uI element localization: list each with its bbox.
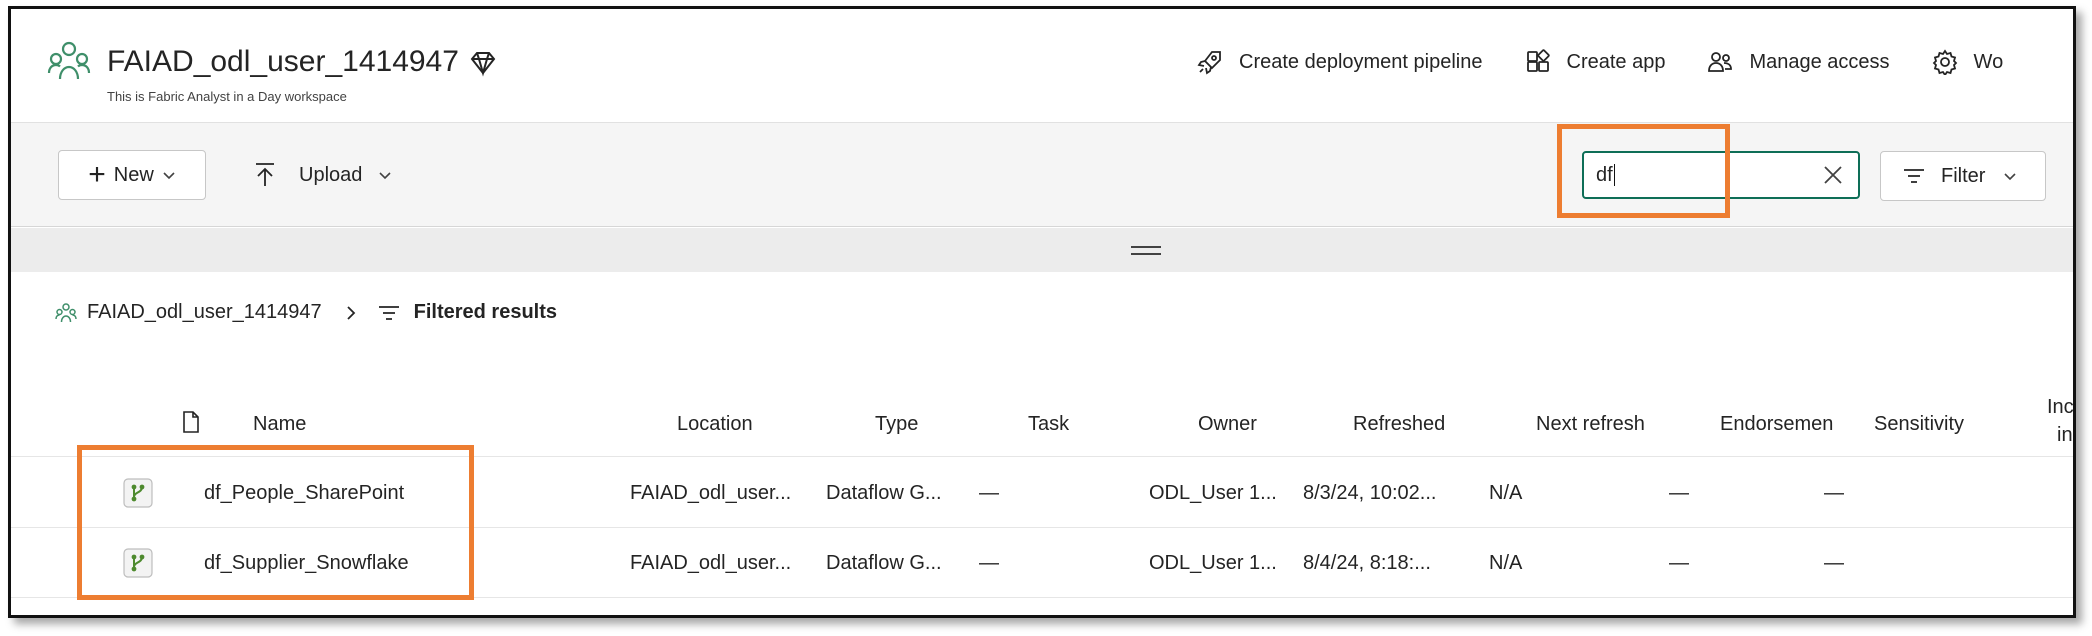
chevron-down-icon <box>2004 173 2017 181</box>
chevron-down-icon <box>163 172 175 180</box>
upload-button[interactable]: Upload <box>253 150 392 200</box>
breadcrumb: FAIAD_odl_user_1414947 Filtered results <box>55 301 557 324</box>
people-icon <box>1708 52 1733 72</box>
new-button[interactable]: + New <box>58 150 206 200</box>
manage-access-label: Manage access <box>1749 50 1890 73</box>
new-label: New <box>113 163 154 186</box>
breadcrumb-current: Filtered results <box>413 301 558 323</box>
create-deployment-pipeline-button[interactable]: Create deployment pipeline <box>1197 49 1483 75</box>
row-sensitivity: — <box>1824 552 1844 574</box>
row-type: Dataflow G... <box>826 482 942 504</box>
filter-button[interactable]: Filter <box>1880 151 2046 201</box>
plus-icon: + <box>88 158 106 191</box>
row-location: FAIAD_odl_user... <box>630 482 792 504</box>
column-header-owner[interactable]: Owner <box>1198 413 1257 436</box>
row-refreshed: 8/4/24, 8:18:... <box>1303 552 1431 574</box>
column-header-task[interactable]: Task <box>1028 413 1069 436</box>
toolbar: + New Upload df Filter <box>11 123 2073 227</box>
filter-icon <box>378 305 399 320</box>
manage-access-button[interactable]: Manage access <box>1707 49 1890 75</box>
file-type-icon <box>183 411 199 433</box>
row-location: FAIAD_odl_user... <box>630 552 792 574</box>
breadcrumb-workspace-link[interactable]: FAIAD_odl_user_1414947 <box>87 301 322 324</box>
upload-icon <box>256 163 274 186</box>
create-app-label: Create app <box>1566 50 1666 73</box>
rocket-icon <box>1197 51 1221 75</box>
row-type: Dataflow G... <box>826 552 942 574</box>
row-endorsement: — <box>1669 482 1689 504</box>
close-icon[interactable] <box>1822 164 1844 186</box>
column-header-sensitivity[interactable]: Sensitivity <box>1874 413 1964 436</box>
workspace-people-icon <box>47 41 91 80</box>
row-task: — <box>979 482 999 504</box>
workspace-people-icon <box>55 302 77 322</box>
workspace-settings-label: Wo <box>1973 50 2004 73</box>
workspace-settings-button[interactable]: Wo <box>1932 49 2004 75</box>
chevron-down-icon <box>379 172 391 180</box>
chevron-right-icon <box>346 305 355 320</box>
row-sensitivity: — <box>1824 482 1844 504</box>
filter-label: Filter <box>1941 164 1986 187</box>
row-next-refresh: N/A <box>1489 482 1523 504</box>
gear-icon <box>1932 49 1957 75</box>
create-deployment-pipeline-label: Create deployment pipeline <box>1239 50 1483 73</box>
drag-handle-icon[interactable] <box>1131 246 1161 255</box>
column-header-refreshed[interactable]: Refreshed <box>1353 413 1445 436</box>
workspace-title: FAIAD_odl_user_1414947 <box>107 45 459 78</box>
row-owner: ODL_User 1... <box>1149 552 1277 574</box>
column-header-included-line1: Inc <box>2047 396 2074 418</box>
column-header-name[interactable]: Name <box>253 413 306 436</box>
header-actions: Create deployment pipeline Create app Ma… <box>1197 49 2045 75</box>
create-app-button[interactable]: Create app <box>1525 49 1666 75</box>
column-header-included-line2: in <box>2057 424 2073 446</box>
results-highlight-box <box>77 445 474 600</box>
column-header-location[interactable]: Location <box>677 413 753 436</box>
premium-diamond-icon <box>470 52 496 77</box>
upload-label: Upload <box>299 163 363 186</box>
column-header-type[interactable]: Type <box>875 413 918 436</box>
pane-splitter[interactable] <box>11 228 2073 272</box>
workspace-header: FAIAD_odl_user_1414947 This is Fabric An… <box>11 9 2073 123</box>
filter-icon <box>1904 169 1924 183</box>
row-next-refresh: N/A <box>1489 552 1523 574</box>
row-owner: ODL_User 1... <box>1149 482 1277 504</box>
app-icon <box>1526 49 1550 72</box>
column-header-next-refresh[interactable]: Next refresh <box>1536 413 1645 436</box>
column-header-endorsement[interactable]: Endorsemen <box>1720 413 1833 436</box>
workspace-description: This is Fabric Analyst in a Day workspac… <box>107 89 347 104</box>
row-task: — <box>979 552 999 574</box>
search-highlight-box <box>1557 124 1730 218</box>
row-refreshed: 8/3/24, 10:02... <box>1303 482 1437 504</box>
row-endorsement: — <box>1669 552 1689 574</box>
column-header-included[interactable]: Inc in <box>2047 393 2074 449</box>
